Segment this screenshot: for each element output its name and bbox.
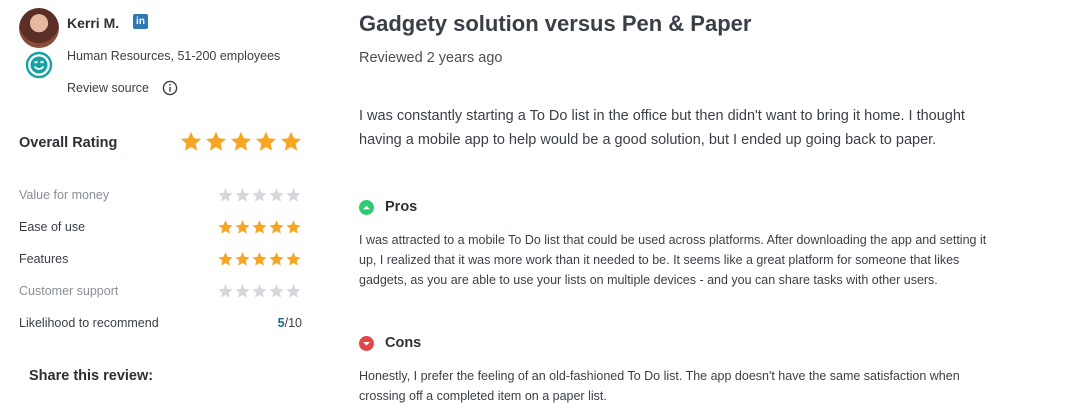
star-filled-icon <box>269 220 284 234</box>
overall-rating-label: Overall Rating <box>19 135 118 151</box>
rating-stars <box>217 251 302 268</box>
star-filled-icon <box>269 252 284 266</box>
smiley-icon <box>25 51 53 79</box>
rating-label: Ease of use <box>19 220 86 234</box>
rating-row-features: Features <box>19 250 303 270</box>
star-filled-icon <box>218 252 233 266</box>
rating-row-customer-support: Customer support <box>19 282 303 302</box>
star-filled-icon <box>252 252 267 266</box>
review-summary: I was constantly starting a To Do list i… <box>359 108 965 148</box>
star-empty-icon <box>218 284 233 298</box>
pros-label: Pros <box>385 199 418 215</box>
reviewer-name: Kerri M. <box>67 15 120 31</box>
chevron-down-circle-icon <box>359 335 374 351</box>
review-date: Reviewed 2 years ago <box>359 50 503 66</box>
review-title: Gadgety solution versus Pen & Paper <box>359 11 752 36</box>
chevron-up-circle-icon <box>359 199 374 215</box>
cons-text: Honestly, I prefer the feeling of an old… <box>359 369 960 403</box>
star-filled-icon <box>286 220 301 234</box>
star-empty-icon <box>252 284 267 298</box>
star-empty-icon <box>286 188 301 202</box>
rating-row-likelihood: Likelihood to recommend 5/10 <box>19 314 303 334</box>
star-empty-icon <box>235 284 250 298</box>
star-empty-icon <box>286 284 301 298</box>
info-icon[interactable] <box>162 80 178 96</box>
pros-heading: Pros <box>359 199 417 215</box>
cons-heading: Cons <box>359 335 421 351</box>
rating-row-value-for-money: Value for money <box>19 186 303 206</box>
share-review-title: Share this review: <box>29 368 154 384</box>
likelihood-value: 5/10 <box>278 316 302 330</box>
star-filled-icon <box>231 131 251 151</box>
star-filled-icon <box>252 220 267 234</box>
star-filled-icon <box>256 131 276 151</box>
star-empty-icon <box>235 188 250 202</box>
rating-stars <box>217 187 302 204</box>
rating-label: Features <box>19 252 69 266</box>
star-filled-icon <box>235 252 250 266</box>
star-filled-icon <box>181 131 201 151</box>
rating-row-ease-of-use: Ease of use <box>19 218 303 238</box>
star-empty-icon <box>269 284 284 298</box>
reviewer-role: Human Resources, 51-200 employees <box>67 49 281 63</box>
rating-label: Customer support <box>19 284 119 298</box>
overall-rating-stars <box>179 130 303 154</box>
star-empty-icon <box>252 188 267 202</box>
linkedin-icon[interactable]: in <box>133 14 148 29</box>
likelihood-score: 5 <box>277 316 285 330</box>
star-filled-icon <box>206 131 226 151</box>
likelihood-label: Likelihood to recommend <box>19 316 159 330</box>
star-filled-icon <box>286 252 301 266</box>
star-filled-icon <box>218 220 233 234</box>
review-content: Gadgety solution versus Pen & Paper Revi… <box>359 0 999 412</box>
review-source-label: Review source <box>67 81 149 95</box>
star-empty-icon <box>218 188 233 202</box>
reviewer-panel: Kerri M. in Human Resources, 51-200 empl… <box>0 0 320 412</box>
rating-stars <box>217 283 302 300</box>
pros-text: I was attracted to a mobile To Do list t… <box>359 233 987 287</box>
likelihood-suffix: /10 <box>284 316 302 330</box>
rating-label: Value for money <box>19 188 110 202</box>
avatar <box>19 8 59 48</box>
cons-label: Cons <box>385 335 422 351</box>
star-filled-icon <box>235 220 250 234</box>
rating-stars <box>217 219 302 236</box>
star-empty-icon <box>269 188 284 202</box>
star-filled-icon <box>281 131 301 151</box>
